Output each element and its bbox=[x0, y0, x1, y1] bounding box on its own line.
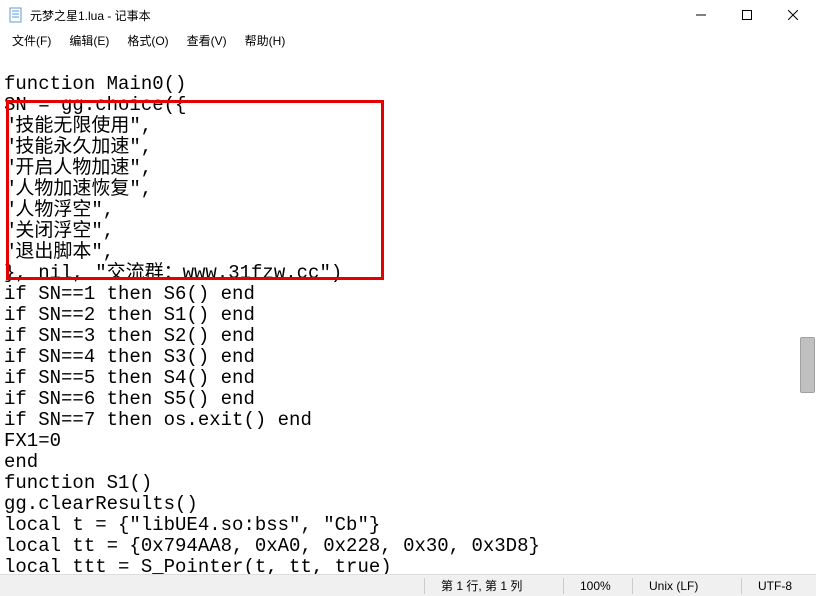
menu-format[interactable]: 格式(O) bbox=[119, 30, 176, 51]
menu-view[interactable]: 查看(V) bbox=[179, 30, 235, 51]
scrollbar-thumb[interactable] bbox=[800, 337, 815, 393]
status-position: 第 1 行, 第 1 列 bbox=[429, 577, 559, 594]
menu-help[interactable]: 帮助(H) bbox=[237, 30, 294, 51]
minimize-button[interactable] bbox=[678, 0, 724, 30]
notepad-icon bbox=[8, 7, 24, 23]
text-editor-area[interactable]: function Main0() SN = gg.choice({ "技能无限使… bbox=[0, 50, 816, 574]
menu-file[interactable]: 文件(F) bbox=[4, 30, 59, 51]
menubar: 文件(F) 编辑(E) 格式(O) 查看(V) 帮助(H) bbox=[0, 30, 816, 50]
maximize-button[interactable] bbox=[724, 0, 770, 30]
status-lineend: Unix (LF) bbox=[637, 579, 737, 593]
window-title: 元梦之星1.lua - 记事本 bbox=[30, 7, 678, 24]
status-zoom: 100% bbox=[568, 579, 628, 593]
titlebar: 元梦之星1.lua - 记事本 bbox=[0, 0, 816, 30]
status-encoding: UTF-8 bbox=[746, 579, 816, 593]
close-button[interactable] bbox=[770, 0, 816, 30]
code-content[interactable]: function Main0() SN = gg.choice({ "技能无限使… bbox=[0, 51, 816, 574]
menu-edit[interactable]: 编辑(E) bbox=[61, 30, 117, 51]
statusbar: 第 1 行, 第 1 列 100% Unix (LF) UTF-8 bbox=[0, 574, 816, 596]
window-buttons bbox=[678, 0, 816, 30]
